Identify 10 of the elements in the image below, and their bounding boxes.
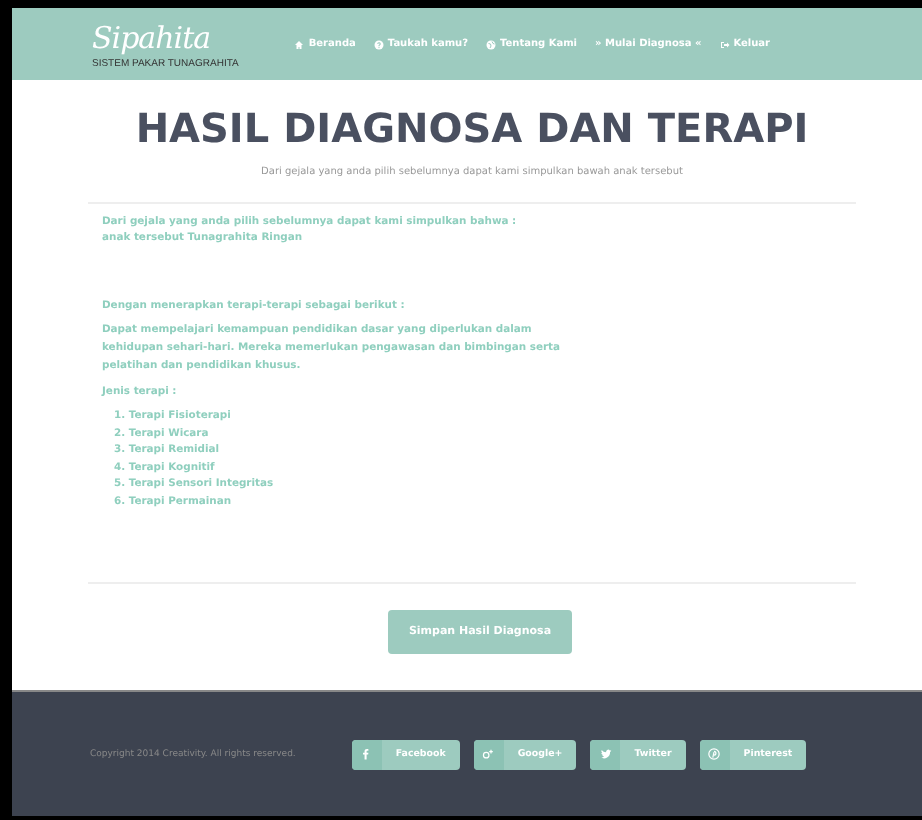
home-icon	[294, 39, 305, 49]
pinterest-icon	[708, 748, 721, 760]
globe-icon	[486, 39, 496, 49]
bird-icon	[599, 748, 612, 760]
page-title: HASIL DIAGNOSA DAN TERAPI	[133, 104, 811, 152]
google-plus-icon	[482, 748, 495, 760]
facebook-icon	[360, 748, 373, 760]
sign-out-icon	[719, 39, 730, 49]
logo-text[interactable]: Sipahita	[92, 19, 239, 57]
question-icon	[373, 39, 384, 49]
